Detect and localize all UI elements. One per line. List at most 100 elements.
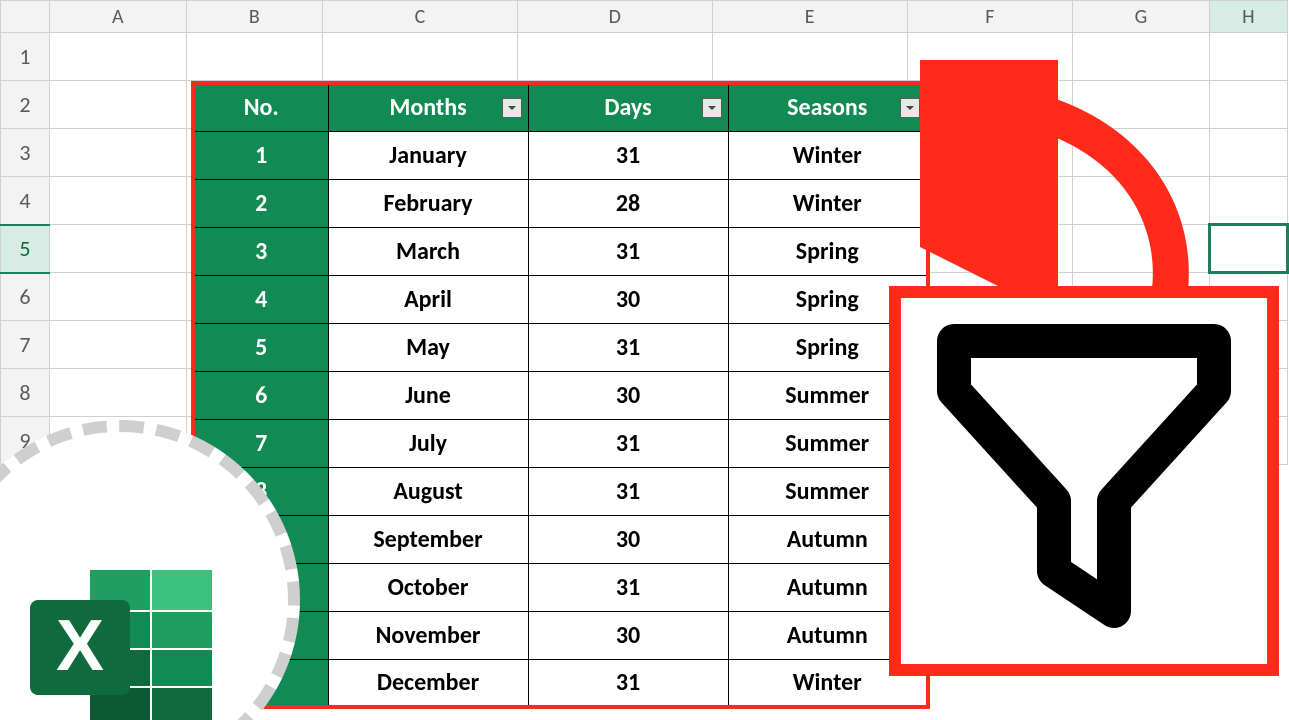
cell-days[interactable]: 30 <box>528 515 728 563</box>
table-row: 9September30Autumn <box>193 515 928 563</box>
table-header-days: Days <box>528 83 728 131</box>
cell[interactable] <box>907 177 1073 225</box>
cell-month[interactable]: October <box>328 563 528 611</box>
table-header-no: No. <box>193 83 328 131</box>
cell-days[interactable]: 31 <box>528 227 728 275</box>
table-header-label: Days <box>604 93 651 122</box>
col-header-f[interactable]: F <box>907 1 1073 33</box>
cell[interactable] <box>50 369 187 417</box>
cell-days[interactable]: 31 <box>528 659 728 707</box>
cell-month[interactable]: December <box>328 659 528 707</box>
cell-no[interactable]: 5 <box>193 323 328 371</box>
cell-no[interactable]: 4 <box>193 275 328 323</box>
cell-days[interactable]: 31 <box>528 467 728 515</box>
cell-month[interactable]: November <box>328 611 528 659</box>
cell[interactable] <box>1209 33 1287 81</box>
col-header-b[interactable]: B <box>186 1 323 33</box>
col-header-a[interactable]: A <box>50 1 187 33</box>
filter-button-seasons[interactable] <box>900 98 920 118</box>
cell-month[interactable]: January <box>328 131 528 179</box>
table-row: 12December31Winter <box>193 659 928 707</box>
cell-days[interactable]: 30 <box>528 371 728 419</box>
cell[interactable] <box>1073 33 1210 81</box>
cell-days[interactable]: 31 <box>528 563 728 611</box>
col-header-g[interactable]: G <box>1073 1 1210 33</box>
table-row: 1January31Winter <box>193 131 928 179</box>
cell[interactable] <box>1073 225 1210 273</box>
col-header-h[interactable]: H <box>1209 1 1287 33</box>
cell-month[interactable]: February <box>328 179 528 227</box>
funnel-callout-box <box>889 286 1279 676</box>
table-header-months: Months <box>328 83 528 131</box>
cell-no[interactable]: 1 <box>193 131 328 179</box>
cell-days[interactable]: 31 <box>528 131 728 179</box>
row-header[interactable]: 1 <box>1 33 50 81</box>
row-header[interactable]: 6 <box>1 273 50 321</box>
cell[interactable] <box>1073 81 1210 129</box>
table-header-label: Seasons <box>787 93 867 122</box>
cell-days[interactable]: 30 <box>528 611 728 659</box>
cell[interactable] <box>1073 129 1210 177</box>
col-header-d[interactable]: D <box>517 1 712 33</box>
cell[interactable] <box>50 33 187 81</box>
cell-no[interactable]: 2 <box>193 179 328 227</box>
cell-days[interactable]: 31 <box>528 323 728 371</box>
cell-days[interactable]: 28 <box>528 179 728 227</box>
active-cell[interactable] <box>1209 225 1287 273</box>
cell[interactable] <box>1073 177 1210 225</box>
cell-days[interactable]: 30 <box>528 275 728 323</box>
cell[interactable] <box>517 33 712 81</box>
cell-month[interactable]: June <box>328 371 528 419</box>
filter-button-days[interactable] <box>702 98 722 118</box>
cell[interactable] <box>50 225 187 273</box>
row-header[interactable]: 4 <box>1 177 50 225</box>
cell-month[interactable]: April <box>328 275 528 323</box>
cell-days[interactable]: 31 <box>528 419 728 467</box>
row-header[interactable]: 5 <box>1 225 50 273</box>
table-row: 6June30Summer <box>193 371 928 419</box>
cell-no[interactable]: 3 <box>193 227 328 275</box>
chevron-down-icon <box>506 102 518 114</box>
cell-month[interactable]: July <box>328 419 528 467</box>
cell[interactable] <box>50 273 187 321</box>
cell[interactable] <box>907 225 1073 273</box>
cell-no[interactable]: 6 <box>193 371 328 419</box>
cell[interactable] <box>907 33 1073 81</box>
cell[interactable] <box>1209 81 1287 129</box>
row-header[interactable]: 3 <box>1 129 50 177</box>
cell-season[interactable]: Spring <box>728 227 928 275</box>
cell[interactable] <box>186 33 323 81</box>
table-row: 11November30Autumn <box>193 611 928 659</box>
cell[interactable] <box>1209 129 1287 177</box>
cell[interactable] <box>907 129 1073 177</box>
svg-text:X: X <box>56 606 104 686</box>
select-all-corner[interactable] <box>1 1 50 33</box>
col-header-e[interactable]: E <box>712 1 907 33</box>
table-row: 4April30Spring <box>193 275 928 323</box>
cell[interactable] <box>50 321 187 369</box>
row-header[interactable]: 2 <box>1 81 50 129</box>
cell[interactable] <box>50 129 187 177</box>
cell-season[interactable]: Winter <box>728 179 928 227</box>
cell[interactable] <box>712 33 907 81</box>
cell-season[interactable]: Winter <box>728 131 928 179</box>
row-header[interactable]: 7 <box>1 321 50 369</box>
months-data-table: No. Months Days Seasons 1Janua <box>191 81 930 709</box>
cell-month[interactable]: May <box>328 323 528 371</box>
col-header-c[interactable]: C <box>323 1 518 33</box>
cell[interactable] <box>323 33 518 81</box>
filter-button-months[interactable] <box>502 98 522 118</box>
table-row: 3March31Spring <box>193 227 928 275</box>
cell[interactable] <box>907 81 1073 129</box>
row-header[interactable]: 8 <box>1 369 50 417</box>
cell[interactable] <box>50 81 187 129</box>
cell[interactable] <box>50 177 187 225</box>
table-header-label: No. <box>244 93 279 122</box>
cell-month[interactable]: March <box>328 227 528 275</box>
cell-month[interactable]: August <box>328 467 528 515</box>
table-row: 8August31Summer <box>193 467 928 515</box>
cell[interactable] <box>1209 177 1287 225</box>
chevron-down-icon <box>904 102 916 114</box>
cell-month[interactable]: September <box>328 515 528 563</box>
excel-logo-icon: X <box>30 560 220 720</box>
